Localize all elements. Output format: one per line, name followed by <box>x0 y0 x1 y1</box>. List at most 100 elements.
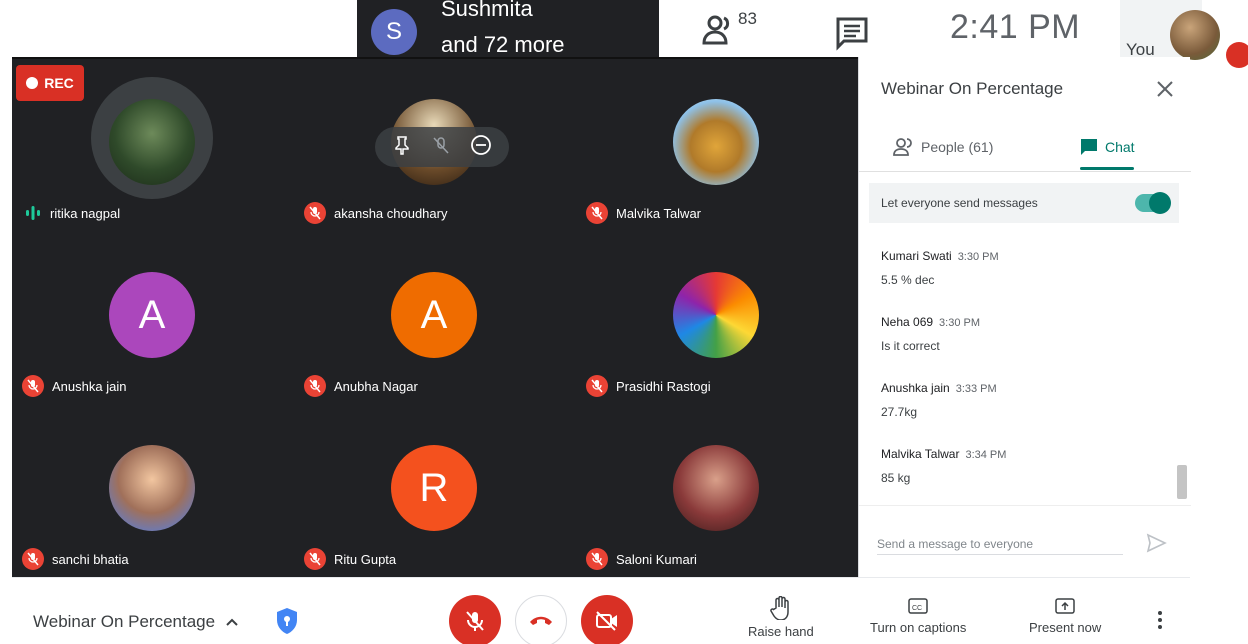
mic-off-icon <box>304 375 326 397</box>
participant-name: Malvika Talwar <box>616 205 702 221</box>
tab-people-label: People (61) <box>921 139 994 155</box>
mic-off-icon <box>22 548 44 570</box>
participant-label: sanchi bhatia <box>22 547 129 571</box>
message-time: 3:33 PM <box>955 383 997 395</box>
audio-level-icon <box>22 202 44 224</box>
mic-off-icon <box>586 548 608 570</box>
captions-label: Turn on captions <box>870 620 967 635</box>
participant-label: ritika nagpal <box>22 201 120 225</box>
tile-hover-controls <box>375 127 509 167</box>
close-icon <box>1157 81 1173 97</box>
participants-button[interactable]: 83 <box>702 9 772 52</box>
send-messages-toggle[interactable] <box>1135 192 1171 214</box>
meeting-details-button[interactable]: Webinar On Percentage <box>33 612 239 632</box>
camera-off-icon <box>596 611 617 631</box>
hand-icon <box>770 596 789 620</box>
close-panel-button[interactable] <box>1153 77 1177 101</box>
message-time: 3:30 PM <box>939 317 981 329</box>
chat-scrollbar[interactable] <box>1177 465 1187 499</box>
participant-initial-avatar: R <box>391 445 477 531</box>
send-icon <box>1146 533 1167 553</box>
participant-photo <box>109 445 195 531</box>
chat-icon <box>836 17 868 51</box>
panel-title: Webinar On Percentage <box>881 79 1064 98</box>
presenter-chip[interactable]: S Sushmita and 72 more <box>357 0 659 57</box>
mic-off-icon <box>466 611 484 631</box>
svg-text:CC: CC <box>912 605 922 612</box>
message-sender: Anushka jain <box>881 381 950 395</box>
bottom-toolbar: Webinar On Percentage Raise hand CC Turn… <box>12 577 1190 644</box>
participant-tile[interactable]: ritika nagpal <box>12 59 294 232</box>
self-view-tile[interactable]: You <box>1120 0 1220 60</box>
raise-hand-label: Raise hand <box>748 624 814 639</box>
participants-count: 83 <box>738 9 757 28</box>
chat-message: Anushka jain 3:33 PM 27.7kg <box>881 379 1161 419</box>
message-text: 85 kg <box>881 471 911 485</box>
message-text: Is it correct <box>881 339 940 353</box>
raise-hand-button[interactable]: Raise hand <box>748 596 814 639</box>
present-icon <box>1055 598 1075 614</box>
participant-photo <box>673 445 759 531</box>
shield-icon <box>277 608 297 634</box>
send-messages-setting: Let everyone send messages <box>869 183 1179 223</box>
more-options-button[interactable] <box>1152 608 1168 632</box>
leave-call-button[interactable] <box>515 595 567 644</box>
more-vert-icon <box>1158 611 1162 629</box>
chat-message: Kumari Swati 3:30 PM 5.5 % dec <box>881 247 1161 287</box>
people-icon <box>702 15 730 45</box>
participant-tile[interactable]: Prasidhi Rastogi <box>576 232 858 405</box>
presenter-more-label: and 72 more <box>441 32 565 57</box>
mic-off-icon <box>586 202 608 224</box>
pin-icon[interactable] <box>392 135 412 160</box>
presenter-avatar: S <box>371 9 417 55</box>
mic-off-icon <box>22 375 44 397</box>
participant-label: Prasidhi Rastogi <box>586 374 711 398</box>
top-bar: S Sushmita and 72 more 83 2:41 PM You <box>12 0 1220 60</box>
participant-label: Malvika Talwar <box>586 201 701 225</box>
tab-chat[interactable]: Chat <box>1079 135 1135 159</box>
participant-name: Prasidhi Rastogi <box>616 378 711 394</box>
mute-participant-icon[interactable] <box>431 135 451 160</box>
participant-tile[interactable]: Saloni Kumari <box>576 405 858 578</box>
participant-tile[interactable]: sanchi bhatia <box>12 405 294 578</box>
participant-name: Anubha Nagar <box>334 378 418 394</box>
participant-initial-avatar: A <box>109 272 195 358</box>
security-button[interactable] <box>274 606 300 636</box>
presenter-name: Sushmita <box>441 0 533 21</box>
participant-tile[interactable]: Malvika Talwar <box>576 59 858 232</box>
participant-tile[interactable]: A Anubha Nagar <box>294 232 576 405</box>
camera-toggle-button[interactable] <box>581 595 633 644</box>
message-text: 5.5 % dec <box>881 273 935 287</box>
chat-message-input[interactable] <box>877 533 1123 555</box>
hang-up-icon <box>530 616 552 625</box>
participant-tile[interactable]: R Ritu Gupta <box>294 405 576 578</box>
tab-people[interactable]: People (61) <box>893 135 993 159</box>
chat-toggle-button[interactable] <box>834 15 870 51</box>
microphone-toggle-button[interactable] <box>449 595 501 644</box>
toggle-label: Let everyone send messages <box>881 196 1038 210</box>
participant-grid: REC ritika nagpal akansha choudhary Malv… <box>12 57 858 577</box>
message-sender: Neha 069 <box>881 315 934 329</box>
participant-name: Ritu Gupta <box>334 551 397 567</box>
meet-window: S Sushmita and 72 more 83 2:41 PM You RE… <box>0 0 1248 644</box>
tab-chat-label: Chat <box>1105 139 1135 155</box>
self-mic-off-icon <box>1226 42 1248 68</box>
people-icon <box>893 138 912 156</box>
mic-off-icon <box>304 548 326 570</box>
message-text: 27.7kg <box>881 405 918 419</box>
message-sender: Kumari Swati <box>881 249 952 263</box>
mic-off-icon <box>586 375 608 397</box>
chat-panel: Webinar On Percentage People (61) Chat L… <box>858 57 1191 577</box>
clock: 2:41 PM <box>950 8 1081 46</box>
participant-name: Saloni Kumari <box>616 551 697 567</box>
participant-name: ritika nagpal <box>50 205 121 221</box>
participant-photo <box>673 272 759 358</box>
send-button[interactable] <box>1145 532 1167 554</box>
participant-label: akansha choudhary <box>304 201 447 225</box>
message-time: 3:30 PM <box>957 251 999 263</box>
active-tab-indicator <box>1080 167 1134 170</box>
present-now-button[interactable]: Present now <box>1029 596 1101 635</box>
captions-button[interactable]: CC Turn on captions <box>870 596 966 635</box>
remove-participant-icon[interactable] <box>470 134 492 161</box>
participant-tile[interactable]: A Anushka jain <box>12 232 294 405</box>
